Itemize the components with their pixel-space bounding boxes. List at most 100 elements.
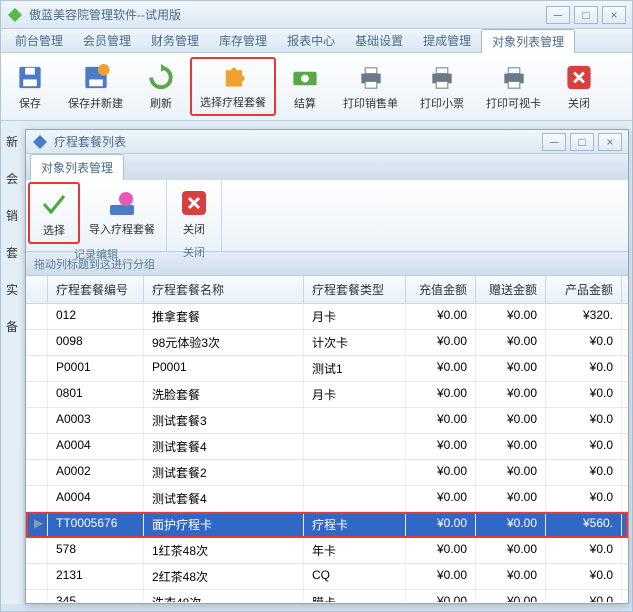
cell-gift: ¥0.00 <box>476 486 546 511</box>
cell-code: 578 <box>48 538 144 563</box>
toolbar-disk-button[interactable]: 保存 <box>5 57 55 116</box>
table-row[interactable]: 345洗衣48次膜卡¥0.00¥0.00¥0.0 <box>26 590 628 602</box>
table-row[interactable]: A0002测试套餐2¥0.00¥0.00¥0.0 <box>26 460 628 486</box>
cell-recharge: ¥0.00 <box>406 382 476 407</box>
col-header-5[interactable]: 产品金额 <box>546 276 622 303</box>
cell-code: P0001 <box>48 356 144 381</box>
menu-2[interactable]: 财务管理 <box>141 29 209 52</box>
cell-type: 疗程卡 <box>304 512 406 537</box>
minimize-button[interactable]: ─ <box>546 6 570 24</box>
import-package-button[interactable]: 导入疗程套餐 <box>80 182 164 244</box>
cell-code: A0004 <box>48 486 144 511</box>
select-button[interactable]: 选择 <box>28 182 80 244</box>
cell-product: ¥0.0 <box>546 590 622 602</box>
main-titlebar: 傲蓝美容院管理软件--试用版 ─ □ × <box>1 1 632 29</box>
toolbar-disk-new-button[interactable]: 保存并新建 <box>59 57 132 116</box>
menu-7[interactable]: 对象列表管理 <box>481 29 575 53</box>
package-grid[interactable]: 疗程套餐编号疗程套餐名称疗程套餐类型充值金额赠送金额产品金额 012推拿套餐月卡… <box>26 276 628 602</box>
cell-name: 洗衣48次 <box>144 590 304 602</box>
cell-type: 月卡 <box>304 382 406 407</box>
main-toolbar: 保存保存并新建刷新选择疗程套餐结算打印销售单打印小票打印可视卡关闭 <box>1 53 632 121</box>
toolbar-printer-button[interactable]: 打印销售单 <box>334 57 407 116</box>
cell-type <box>304 486 406 511</box>
cell-product: ¥0.0 <box>546 538 622 563</box>
menu-0[interactable]: 前台管理 <box>5 29 73 52</box>
check-icon <box>38 188 70 220</box>
toolbar-refresh-button[interactable]: 刷新 <box>136 57 186 116</box>
cell-code: 0801 <box>48 382 144 407</box>
cell-product: ¥0.0 <box>546 486 622 511</box>
sub-minimize-button[interactable]: ─ <box>542 133 566 151</box>
cell-recharge: ¥0.00 <box>406 434 476 459</box>
col-header-4[interactable]: 赠送金额 <box>476 276 546 303</box>
col-header-0[interactable]: 疗程套餐编号 <box>48 276 144 303</box>
printer-icon <box>426 62 458 93</box>
col-header-3[interactable]: 充值金额 <box>406 276 476 303</box>
cell-name: 洗脸套餐 <box>144 382 304 407</box>
table-row[interactable]: 0801洗脸套餐月卡¥0.00¥0.00¥0.0 <box>26 382 628 408</box>
cell-name: 测试套餐2 <box>144 460 304 485</box>
printer-icon <box>355 62 387 93</box>
menu-1[interactable]: 会员管理 <box>73 29 141 52</box>
cell-gift: ¥0.00 <box>476 434 546 459</box>
menu-4[interactable]: 报表中心 <box>277 29 345 52</box>
cell-recharge: ¥0.00 <box>406 590 476 602</box>
puzzle-icon <box>217 63 249 92</box>
disk-new-icon <box>80 62 112 93</box>
menu-3[interactable]: 库存管理 <box>209 29 277 52</box>
maximize-button[interactable]: □ <box>574 6 598 24</box>
table-row[interactable]: 21312红茶48次CQ¥0.00¥0.00¥0.0 <box>26 564 628 590</box>
cell-name: 测试套餐3 <box>144 408 304 433</box>
cell-gift: ¥0.00 <box>476 512 546 537</box>
table-row[interactable]: A0004测试套餐4¥0.00¥0.00¥0.0 <box>26 486 628 512</box>
cell-recharge: ¥0.00 <box>406 460 476 485</box>
toolbar-close-button[interactable]: 关闭 <box>554 57 604 116</box>
table-row[interactable]: 5781红茶48次年卡¥0.00¥0.00¥0.0 <box>26 538 628 564</box>
close-button[interactable]: 关闭 <box>169 182 219 242</box>
cell-product: ¥0.0 <box>546 408 622 433</box>
cell-gift: ¥0.00 <box>476 460 546 485</box>
cell-gift: ¥0.00 <box>476 408 546 433</box>
table-row[interactable]: P0001P0001测试1¥0.00¥0.00¥0.0 <box>26 356 628 382</box>
ribbon-group-label-close: 关闭 <box>169 242 219 262</box>
sub-maximize-button[interactable]: □ <box>570 133 594 151</box>
col-header-1[interactable]: 疗程套餐名称 <box>144 276 304 303</box>
sub-ribbon: 选择 导入疗程套餐 记录编辑 关闭 关闭 <box>26 180 628 252</box>
table-row[interactable]: A0004测试套餐4¥0.00¥0.00¥0.0 <box>26 434 628 460</box>
grid-header: 疗程套餐编号疗程套餐名称疗程套餐类型充值金额赠送金额产品金额 <box>26 276 628 304</box>
cell-type: 测试1 <box>304 356 406 381</box>
cell-product: ¥560. <box>546 512 622 537</box>
tab-object-list[interactable]: 对象列表管理 <box>30 154 124 180</box>
row-indicator-header <box>26 276 48 303</box>
cell-code: A0003 <box>48 408 144 433</box>
menu-6[interactable]: 提成管理 <box>413 29 481 52</box>
cell-product: ¥0.0 <box>546 330 622 355</box>
table-row[interactable]: 012推拿套餐月卡¥0.00¥0.00¥320. <box>26 304 628 330</box>
cell-code: 012 <box>48 304 144 329</box>
col-header-2[interactable]: 疗程套餐类型 <box>304 276 406 303</box>
cell-name: 推拿套餐 <box>144 304 304 329</box>
close-icon <box>563 62 595 93</box>
close-icon <box>178 187 210 219</box>
cell-gift: ¥0.00 <box>476 330 546 355</box>
toolbar-printer-button[interactable]: 打印可视卡 <box>477 57 550 116</box>
package-list-window: 疗程套餐列表 ─ □ × 对象列表管理 选择 导入疗程套餐 <box>25 129 629 604</box>
table-row[interactable]: 009898元体验3次计次卡¥0.00¥0.00¥0.0 <box>26 330 628 356</box>
cell-type <box>304 460 406 485</box>
toolbar-printer-button[interactable]: 打印小票 <box>411 57 473 116</box>
toolbar-money-button[interactable]: 结算 <box>280 57 330 116</box>
sub-close-button[interactable]: × <box>598 133 622 151</box>
cell-gift: ¥0.00 <box>476 304 546 329</box>
cell-name: 面护疗程卡 <box>144 512 304 537</box>
sub-tabstrip: 对象列表管理 <box>26 154 628 180</box>
window-icon <box>32 134 48 150</box>
menu-5[interactable]: 基础设置 <box>345 29 413 52</box>
cell-name: 测试套餐4 <box>144 486 304 511</box>
table-row[interactable]: A0003测试套餐3¥0.00¥0.00¥0.0 <box>26 408 628 434</box>
cell-name: 1红茶48次 <box>144 538 304 563</box>
cell-recharge: ¥0.00 <box>406 564 476 589</box>
toolbar-puzzle-button[interactable]: 选择疗程套餐 <box>190 57 276 116</box>
table-row[interactable]: ▶TT0005676面护疗程卡疗程卡¥0.00¥0.00¥560. <box>26 512 628 538</box>
cell-gift: ¥0.00 <box>476 382 546 407</box>
close-window-button[interactable]: × <box>602 6 626 24</box>
